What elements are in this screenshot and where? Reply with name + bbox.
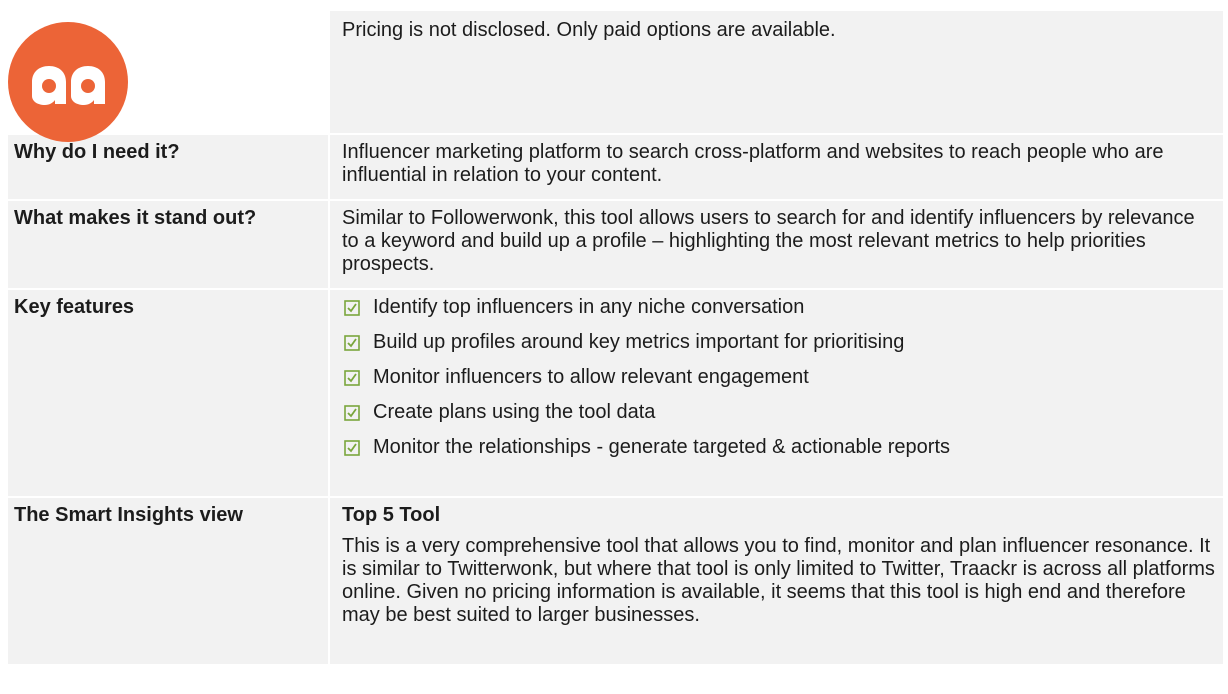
- checkbox-checked-icon: [344, 369, 360, 386]
- checkbox-checked-icon: [344, 439, 360, 456]
- feature-text: Monitor influencers to allow relevant en…: [373, 366, 809, 388]
- checkbox-checked-icon: [344, 404, 360, 421]
- checkbox-checked-icon: [344, 334, 360, 351]
- list-item: Identify top influencers in any niche co…: [342, 296, 1215, 319]
- tool-summary-table: Pricing is not disclosed. Only paid opti…: [6, 9, 1225, 666]
- stand-out-row: What makes it stand out? Similar to Foll…: [6, 199, 1225, 290]
- feature-text: Monitor the relationships - generate tar…: [373, 436, 951, 458]
- brand-logo: [8, 22, 128, 142]
- logo-cell: [6, 9, 330, 142]
- feature-text: Create plans using the tool data: [373, 401, 656, 423]
- key-features-label: Key features: [6, 288, 330, 498]
- list-item: Create plans using the tool data: [342, 401, 1215, 424]
- view-title: Top 5 Tool: [342, 504, 441, 526]
- why-row: Why do I need it? Influencer marketing p…: [6, 133, 1225, 201]
- list-item: Monitor the relationships - generate tar…: [342, 436, 1215, 459]
- smart-insights-view-value: Top 5 Tool This is a very comprehensive …: [328, 496, 1225, 666]
- pricing-value: Pricing is not disclosed. Only paid opti…: [328, 9, 1225, 135]
- features-list: Identify top influencers in any niche co…: [342, 296, 1215, 459]
- smart-insights-view-label: The Smart Insights view: [6, 496, 330, 666]
- feature-text: Identify top influencers in any niche co…: [373, 296, 805, 318]
- feature-text: Build up profiles around key metrics imp…: [373, 331, 905, 353]
- checkbox-checked-icon: [344, 299, 360, 316]
- page: Pricing is not disclosed. Only paid opti…: [0, 0, 1228, 694]
- pricing-row: Pricing is not disclosed. Only paid opti…: [6, 9, 1225, 142]
- list-item: Monitor influencers to allow relevant en…: [342, 366, 1215, 389]
- view-text: This is a very comprehensive tool that a…: [342, 535, 1215, 626]
- stand-out-label: What makes it stand out?: [6, 199, 330, 290]
- why-value: Influencer marketing platform to search …: [328, 133, 1225, 201]
- key-features-row: Key features Identify top influencers in…: [6, 288, 1225, 498]
- list-item: Build up profiles around key metrics imp…: [342, 331, 1215, 354]
- smart-insights-view-row: The Smart Insights view Top 5 Tool This …: [6, 496, 1225, 666]
- why-label: Why do I need it?: [6, 133, 330, 201]
- brand-logo-icon: [32, 66, 105, 105]
- stand-out-value: Similar to Followerwonk, this tool allow…: [328, 199, 1225, 290]
- key-features-value: Identify top influencers in any niche co…: [328, 288, 1225, 498]
